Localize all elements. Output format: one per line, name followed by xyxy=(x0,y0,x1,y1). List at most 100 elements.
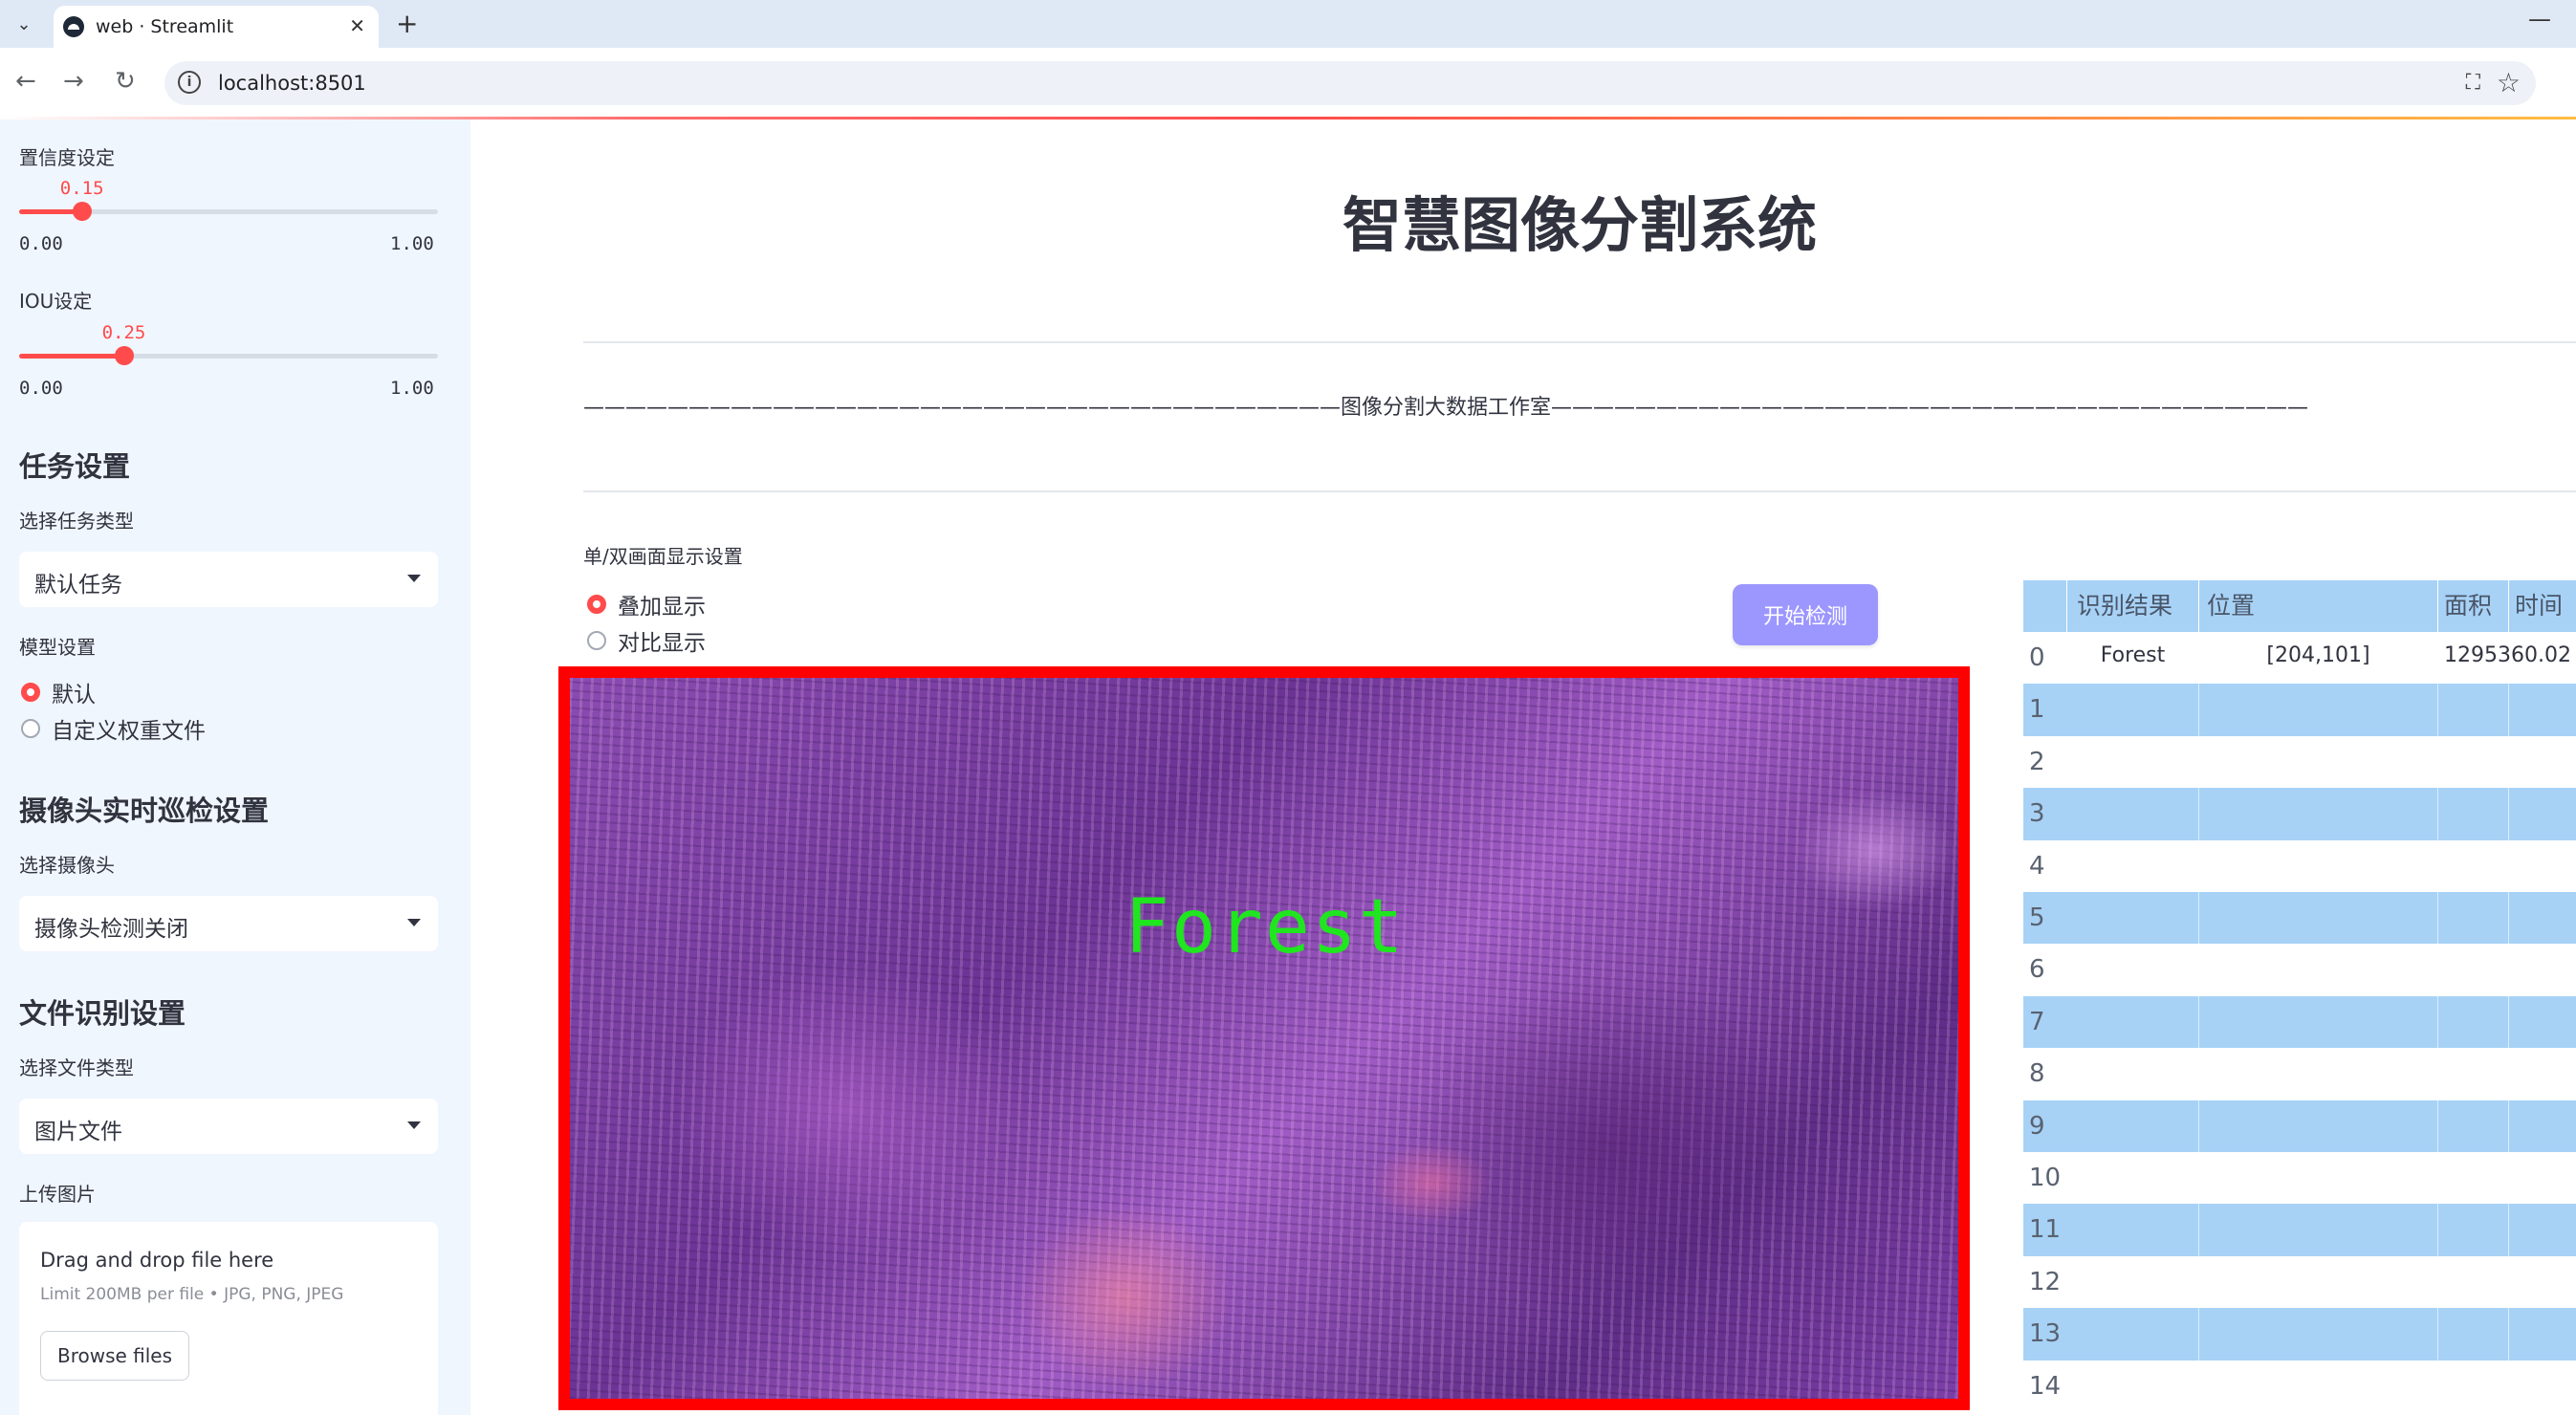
table-row[interactable]: 1 xyxy=(2023,684,2576,736)
confidence-min: 0.00 xyxy=(19,233,63,254)
window-minimize-icon[interactable]: — xyxy=(2528,6,2551,33)
result-image-frame: Forest xyxy=(558,666,1970,1410)
empty-cell xyxy=(2509,944,2576,995)
empty-cell xyxy=(2509,840,2576,892)
row-index: 14 xyxy=(2029,1371,2062,1401)
row-index: 9 xyxy=(2029,1111,2045,1141)
file-dropzone[interactable]: Drag and drop file here Limit 200MB per … xyxy=(19,1222,438,1415)
empty-cell xyxy=(2067,684,2199,736)
empty-cell xyxy=(2509,1100,2576,1152)
tab-close-icon[interactable]: ✕ xyxy=(349,14,365,37)
reload-icon[interactable]: ↻ xyxy=(115,67,136,96)
table-row[interactable]: 0 Forest [204,101] 1295360.02 xyxy=(2023,632,2576,685)
empty-cell xyxy=(2067,839,2199,892)
confidence-slider-thumb[interactable] xyxy=(72,202,92,221)
streamlit-app: 置信度设定 0.15 0.00 1.00 IOU设定 0.25 0.00 1.0… xyxy=(0,117,2576,1415)
empty-cell xyxy=(2067,788,2199,840)
browse-files-button[interactable]: Browse files xyxy=(40,1331,189,1381)
table-row[interactable]: 10 xyxy=(2023,1152,2576,1205)
forward-arrow-icon[interactable]: → xyxy=(63,67,84,96)
task-type-value: 默认任务 xyxy=(34,573,122,598)
empty-cell xyxy=(2509,736,2576,788)
radio-selected-icon xyxy=(21,683,40,702)
model-radio-custom-label: 自定义权重文件 xyxy=(52,719,206,744)
display-radio-compare-label: 对比显示 xyxy=(618,631,706,656)
empty-cell xyxy=(2438,839,2509,892)
dropzone-limit: Limit 200MB per file • JPG, PNG, JPEG xyxy=(40,1285,344,1304)
radio-unselected-icon xyxy=(587,631,606,650)
row-index: 10 xyxy=(2029,1164,2062,1192)
back-arrow-icon[interactable]: ← xyxy=(15,67,36,96)
table-row[interactable]: 7 xyxy=(2023,995,2576,1049)
empty-cell xyxy=(2509,1361,2576,1412)
table-row[interactable]: 6 xyxy=(2023,944,2576,996)
empty-cell xyxy=(2199,1048,2438,1100)
file-type-select[interactable]: 图片文件 xyxy=(19,1099,438,1154)
row-index: 4 xyxy=(2029,851,2045,881)
table-row[interactable]: 4 xyxy=(2023,839,2576,892)
empty-cell xyxy=(2438,1099,2509,1152)
chevron-down-icon xyxy=(407,1121,421,1129)
empty-cell xyxy=(2199,788,2438,840)
site-info-icon[interactable]: i xyxy=(178,71,201,94)
empty-cell xyxy=(2067,1308,2199,1361)
table-row[interactable]: 12 xyxy=(2023,1255,2576,1309)
empty-cell xyxy=(2509,892,2576,944)
empty-cell xyxy=(2199,1308,2438,1361)
empty-cell xyxy=(2067,1048,2199,1100)
display-mode-label: 单/双画面显示设置 xyxy=(583,545,743,568)
radio-unselected-icon xyxy=(21,719,40,738)
divider-top xyxy=(583,341,2576,343)
segmentation-class-label: Forest xyxy=(1124,884,1406,970)
iou-slider[interactable] xyxy=(19,346,438,365)
table-row[interactable]: 11 xyxy=(2023,1204,2576,1256)
empty-cell xyxy=(2199,1152,2438,1205)
model-radio-custom[interactable]: 自定义权重文件 xyxy=(21,712,206,745)
empty-cell xyxy=(2067,735,2199,789)
empty-cell xyxy=(2509,684,2576,735)
table-row[interactable]: 5 xyxy=(2023,892,2576,945)
browser-tab-bar: ⌄ web · Streamlit ✕ + — xyxy=(0,0,2576,48)
cell-area: 1295360.02 xyxy=(2438,632,2571,685)
empty-cell xyxy=(2438,1152,2509,1205)
iou-slider-fill xyxy=(19,354,124,359)
chevron-down-icon xyxy=(407,575,421,582)
table-row[interactable]: 13 xyxy=(2023,1308,2576,1361)
table-header-area[interactable]: 面积 xyxy=(2438,580,2509,632)
address-bar[interactable]: i localhost:8501 ⛶ ☆ xyxy=(164,61,2536,105)
table-row[interactable]: 2 xyxy=(2023,735,2576,789)
browser-tab[interactable]: web · Streamlit ✕ xyxy=(54,6,379,48)
table-row[interactable]: 14 xyxy=(2023,1360,2576,1412)
camera-select[interactable]: 摄像头检测关闭 xyxy=(19,896,438,951)
task-type-select[interactable]: 默认任务 xyxy=(19,552,438,607)
new-tab-plus-icon[interactable]: + xyxy=(396,8,418,39)
model-radio-default[interactable]: 默认 xyxy=(21,676,96,708)
empty-cell xyxy=(2438,1308,2509,1361)
translate-icon[interactable]: ⛶ xyxy=(2466,71,2480,95)
empty-cell xyxy=(2067,1360,2199,1412)
empty-cell xyxy=(2199,1204,2438,1256)
row-index: 7 xyxy=(2029,1007,2045,1036)
table-header-position[interactable]: 位置 xyxy=(2199,580,2438,632)
camera-select-label: 选择摄像头 xyxy=(19,854,115,877)
chevron-down-icon xyxy=(407,919,421,926)
empty-cell xyxy=(2438,735,2509,789)
url-text[interactable]: localhost:8501 xyxy=(218,72,366,95)
empty-cell xyxy=(2067,1099,2199,1152)
segmented-forest-image: Forest xyxy=(570,678,1958,1399)
tab-search-chevron-icon[interactable]: ⌄ xyxy=(8,10,40,38)
display-radio-overlay[interactable]: 叠加显示 xyxy=(587,588,706,620)
start-detection-button[interactable]: 开始检测 xyxy=(1733,584,1878,645)
iou-slider-thumb[interactable] xyxy=(114,346,134,365)
table-row[interactable]: 9 xyxy=(2023,1099,2576,1152)
confidence-value: 0.15 xyxy=(59,178,104,199)
table-row[interactable]: 8 xyxy=(2023,1048,2576,1100)
table-row[interactable]: 3 xyxy=(2023,788,2576,840)
display-radio-compare[interactable]: 对比显示 xyxy=(587,624,706,657)
empty-cell xyxy=(2199,839,2438,892)
bookmark-star-icon[interactable]: ☆ xyxy=(2497,67,2521,98)
row-index: 6 xyxy=(2029,955,2045,985)
table-header-result[interactable]: 识别结果 xyxy=(2067,580,2199,632)
table-header-time[interactable]: 时间 xyxy=(2509,580,2576,632)
confidence-slider[interactable] xyxy=(19,202,438,221)
